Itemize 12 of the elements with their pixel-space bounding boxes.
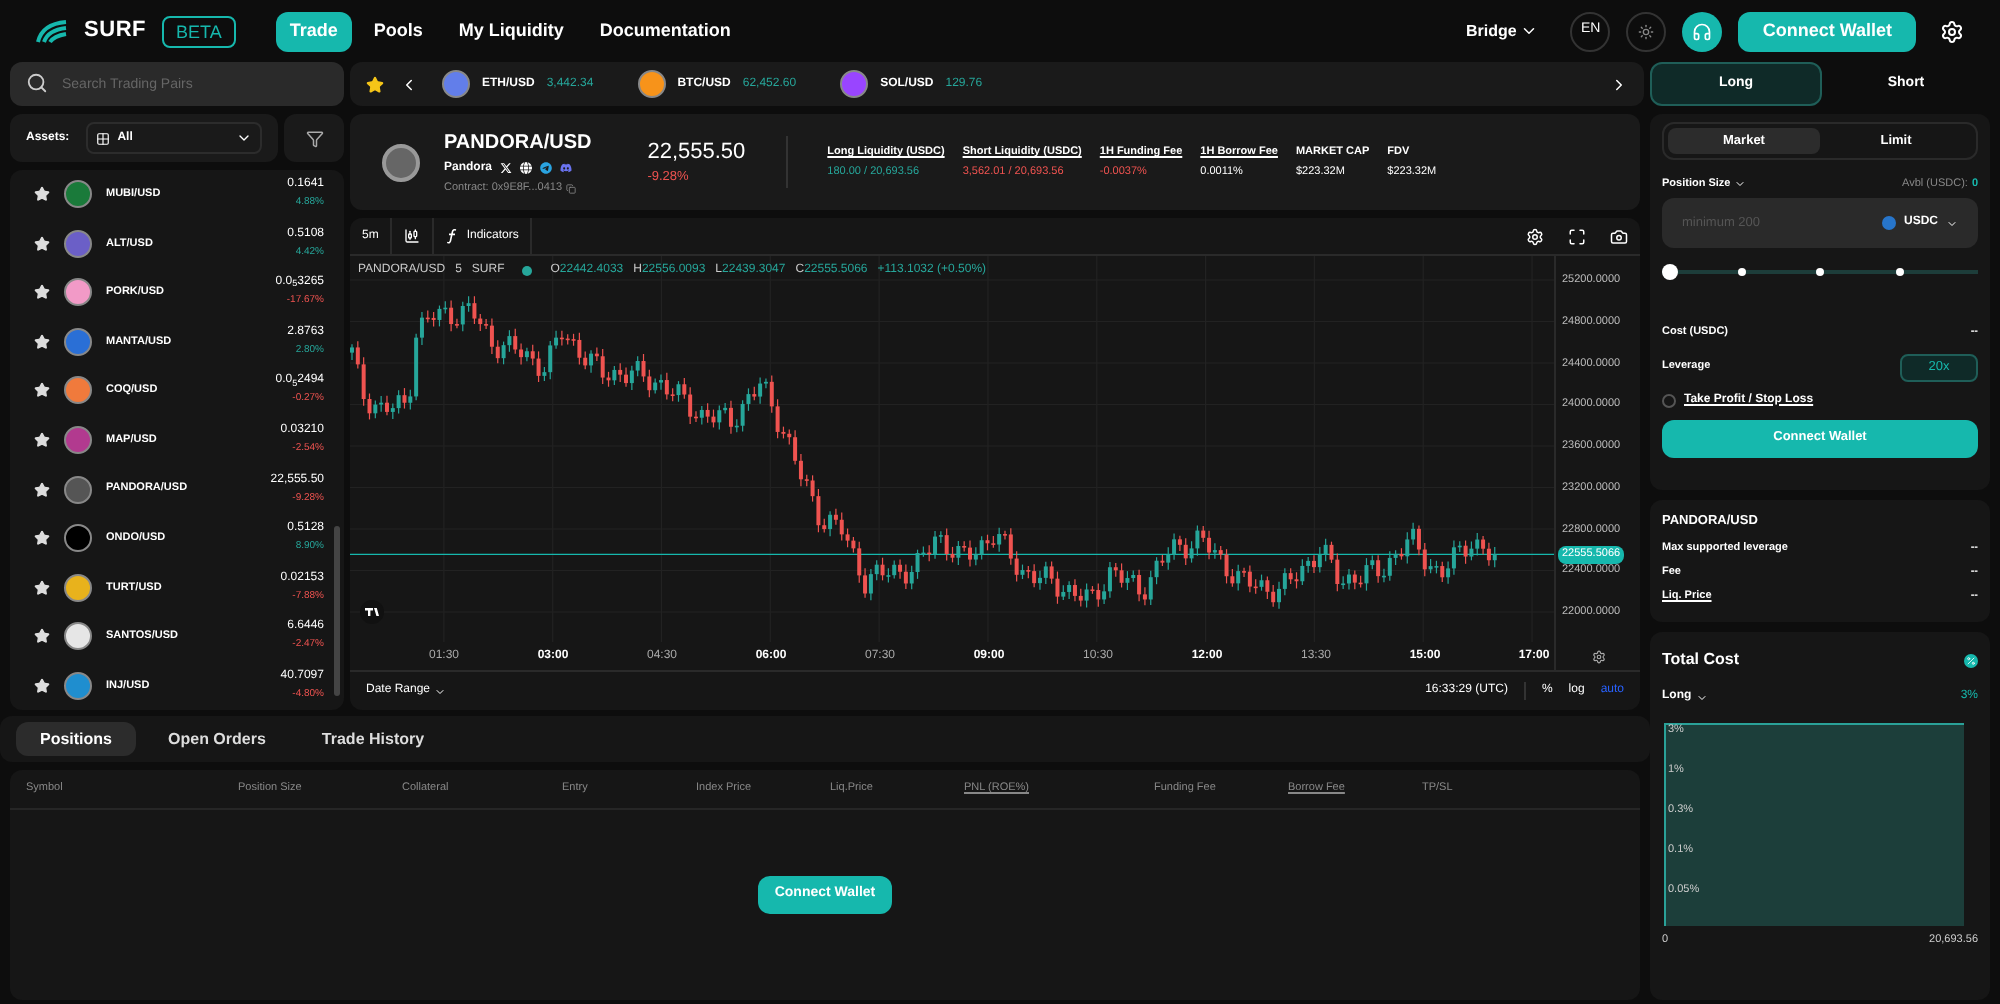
tab[interactable]: Open Orders (144, 722, 290, 756)
logo-text: SURF (84, 16, 147, 47)
tab[interactable]: Trade History (297, 722, 449, 756)
pair-title: PANDORA/USD (444, 129, 592, 158)
tab[interactable]: Positions (16, 722, 137, 756)
nav-link[interactable]: Pools (359, 11, 437, 51)
total-cost-title: Total Cost (1662, 648, 1740, 672)
pair-price: 22,555.50 (647, 137, 746, 168)
beta-badge: BETA (162, 15, 236, 47)
nav-link[interactable]: My Liquidity (444, 11, 578, 51)
bridge-dropdown[interactable]: Bridge (1465, 19, 1539, 43)
nav-link[interactable]: Documentation (585, 11, 745, 51)
